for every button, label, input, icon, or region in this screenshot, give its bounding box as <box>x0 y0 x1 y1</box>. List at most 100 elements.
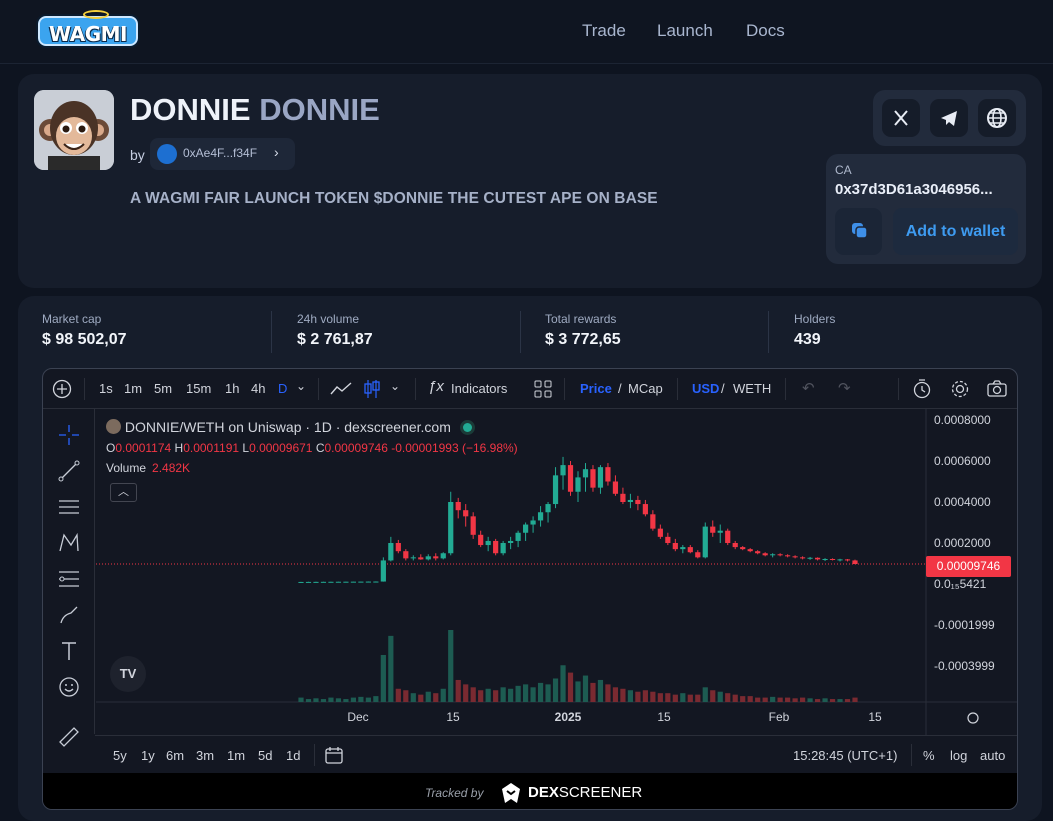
volume-bar <box>777 697 783 702</box>
telegram-icon[interactable] <box>930 99 968 137</box>
percent-toggle[interactable]: % <box>923 748 935 763</box>
candle-body <box>560 465 566 476</box>
volume-bar <box>470 687 476 702</box>
live-dot-icon <box>462 423 472 432</box>
candle-body <box>814 557 821 560</box>
clock[interactable]: 15:28:45 (UTC+1) <box>793 748 897 763</box>
auto-toggle[interactable]: auto <box>980 748 1005 763</box>
globe-icon[interactable] <box>978 99 1016 137</box>
h-value: 0.0001191 <box>183 441 240 455</box>
volume-bar <box>560 665 566 702</box>
dexscreener-icon <box>502 783 520 803</box>
candle-body <box>725 530 731 543</box>
c-label: C <box>315 441 325 455</box>
candle-body <box>470 516 476 535</box>
h-label: H <box>174 441 184 455</box>
stat-value: $ 2 761,87 <box>297 331 373 348</box>
candle-body <box>388 543 394 561</box>
volume-bar <box>740 696 746 702</box>
tracked-brand: DEXSCREENER <box>528 784 642 801</box>
volume-bar <box>455 679 461 702</box>
stat-holders: Holders 439 <box>794 312 835 349</box>
candle-body <box>522 524 529 533</box>
c-value: 0.00009746 <box>324 441 388 455</box>
volume-bar <box>710 690 716 702</box>
volume-bar <box>358 696 364 702</box>
volume-bar <box>350 697 357 702</box>
contract-address[interactable]: 0x37d3D61a3046956... <box>835 181 1021 198</box>
candle-body <box>657 528 663 537</box>
x-tick-label: 15 <box>446 710 460 724</box>
candle-body <box>403 551 409 559</box>
volume-bar <box>463 684 469 702</box>
copy-button[interactable] <box>835 208 882 255</box>
range-1d[interactable]: 1d <box>286 748 300 763</box>
collapse-legend-button[interactable]: ︿ <box>110 483 137 502</box>
candle-body <box>822 558 828 560</box>
brand-dex: DEX <box>528 784 559 801</box>
tradingview-logo[interactable]: TV <box>110 656 146 692</box>
contract-address-panel: CA 0x37d3D61a3046956... Add to wallet <box>826 154 1026 264</box>
calendar-icon[interactable] <box>324 745 344 765</box>
candle-body <box>799 557 806 559</box>
volume-bar <box>418 694 424 702</box>
volume-readout: Volume 2.482K <box>106 461 190 475</box>
volume-bar <box>365 697 371 702</box>
candle-body <box>395 543 401 552</box>
price-chart-widget: 1s 1m 5m 15m 1h 4h D ⌄ ⌄ ƒx Indicators P… <box>42 368 1018 810</box>
nav-launch[interactable]: Launch <box>657 21 713 41</box>
log-toggle[interactable]: log <box>950 748 967 763</box>
nav-trade[interactable]: Trade <box>582 21 626 41</box>
volume-bar <box>552 678 559 702</box>
y-tick-label: 0.0004000 <box>934 495 991 509</box>
divider <box>520 311 521 353</box>
range-5y[interactable]: 5y <box>113 748 127 763</box>
creator-link[interactable]: 0xAe4F...f34F › <box>150 138 295 170</box>
nav-docs[interactable]: Docs <box>746 21 785 41</box>
wagmi-logo[interactable]: WAGMI <box>36 10 140 48</box>
volume-bar <box>702 687 708 702</box>
range-3m[interactable]: 3m <box>196 748 214 763</box>
axis-settings-icon[interactable] <box>967 712 979 724</box>
volume-bar <box>792 698 798 702</box>
change-value: -0.00001993 (−16.98%) <box>391 441 518 455</box>
volume-bar <box>395 688 401 702</box>
candle-body <box>305 581 312 583</box>
range-1y[interactable]: 1y <box>141 748 155 763</box>
volume-value: 2.482K <box>152 461 191 475</box>
x-tick-label: Dec <box>347 710 368 724</box>
volume-bar <box>695 694 701 702</box>
l-value: 0.00009671 <box>249 441 313 455</box>
divider <box>314 744 315 766</box>
candle-body <box>590 469 596 488</box>
candle-body <box>575 477 581 492</box>
volume-bar <box>814 699 821 702</box>
add-to-wallet-button[interactable]: Add to wallet <box>893 208 1018 255</box>
candle-body <box>380 560 386 582</box>
candle-body <box>770 554 776 556</box>
range-6m[interactable]: 6m <box>166 748 184 763</box>
volume-bar <box>380 654 386 702</box>
candle-body <box>537 512 544 521</box>
stat-24h-volume: 24h volume $ 2 761,87 <box>297 312 373 349</box>
volume-bar <box>582 675 589 702</box>
volume-bar <box>717 691 723 702</box>
candle-body <box>508 540 514 543</box>
volume-bar <box>440 688 446 702</box>
range-5d[interactable]: 5d <box>258 748 272 763</box>
candle-body <box>463 510 469 517</box>
chart-range-bar: 5y 1y 6m 3m 1m 5d 1d 15:28:45 (UTC+1) % … <box>95 735 1017 773</box>
candle-body <box>320 581 327 583</box>
tracked-by-footer[interactable]: Tracked by DEXSCREENER <box>43 773 1017 809</box>
candle-body <box>732 543 738 548</box>
volume-bar <box>822 698 828 702</box>
volume-bar <box>605 684 611 702</box>
volume-bar <box>335 698 342 702</box>
stat-market-cap: Market cap $ 98 502,07 <box>42 312 127 349</box>
candle-body <box>620 493 626 502</box>
candle-body <box>785 555 791 557</box>
x-icon[interactable] <box>882 99 920 137</box>
token-title: DONNIE DONNIE <box>130 92 380 128</box>
volume-bar <box>844 699 851 702</box>
range-1m[interactable]: 1m <box>227 748 245 763</box>
